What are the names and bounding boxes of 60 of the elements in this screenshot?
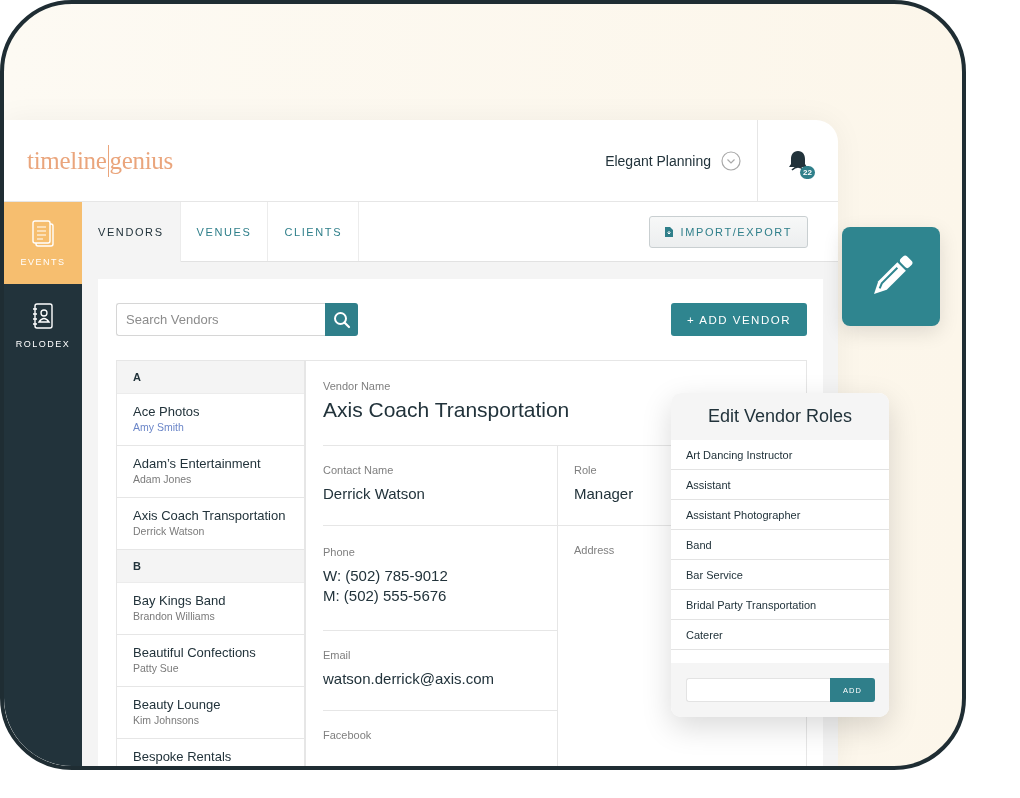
role-item[interactable]: Bar Service [671,560,889,590]
address-book-icon [31,301,55,330]
vendor-list-item[interactable]: Beautiful Confections Patty Sue [117,635,304,687]
vendor-name: Axis Coach Transportation [133,508,287,523]
field-label: Vendor Name [323,380,391,392]
import-export-button[interactable]: IMPORT/EXPORT [648,215,808,248]
field-value: W: (502) 785-9012 [323,567,448,584]
notifications-button[interactable] [788,149,808,172]
role-item[interactable]: Bridal Party Transportation [671,590,889,620]
contact-name: Kim Johnsons [133,714,200,726]
field-label: Phone [323,546,355,558]
field-value: Derrick Watson [323,485,425,502]
vendor-list-item[interactable]: Adam’s Entertainment Adam Jones [117,446,304,498]
popup-title: Edit Vendor Roles [671,393,889,440]
account-menu[interactable]: Elegant Planning [605,150,741,171]
search-field[interactable]: Search Vendors [116,303,325,336]
field-value: M: (502) 555-5676 [323,587,447,604]
vendor-name: Beauty Lounge [133,697,222,712]
vendor-list-item[interactable]: Bay Kings Band Brandon Williams [117,583,304,635]
role-item[interactable]: Assistant Photographer [671,500,889,530]
logo: timelinegenius [27,144,173,177]
role-item[interactable]: Band [671,530,889,560]
notification-count: 22 [800,166,815,179]
contact-name: Derrick Watson [133,525,206,537]
field-label: Contact Name [323,464,394,476]
contact-name: Amy Smith [133,421,185,433]
vendor-name: Bespoke Rentals [133,749,233,764]
section-header: B [117,550,304,583]
role-input[interactable] [686,678,830,702]
vendor-list-item[interactable]: Ace Photos Amy Smith [117,394,304,446]
chevron-down-icon [721,150,741,171]
field-label: Email [323,649,351,661]
vendor-name: Beautiful Confections [133,645,257,660]
vendor-name: Adam’s Entertainment [133,456,262,471]
section-header: A [117,361,304,394]
field-label: Role [574,464,597,476]
search-button[interactable] [325,303,358,336]
edit-button[interactable] [842,227,940,326]
vendor-list-item[interactable]: Bespoke Rentals [117,739,304,766]
search-icon [332,310,351,329]
vendor-title: Axis Coach Transportation [323,398,570,422]
field-value: watson.derrick@axis.com [323,670,495,687]
contact-name: Brandon Williams [133,610,216,622]
role-item[interactable]: Art Dancing Instructor [671,440,889,470]
field-label: Facebook [323,729,372,741]
bell-icon [788,149,808,172]
sidebar-item[interactable]: ROLODEX [4,284,82,366]
field-label: Address [574,544,615,556]
document-icon [31,219,55,248]
contact-name: Adam Jones [133,473,193,485]
file-icon [664,226,673,237]
vendor-name: Ace Photos [133,404,201,419]
contact-name: Patty Sue [133,662,180,674]
add-vendor-button[interactable]: + ADD VENDOR [671,303,807,336]
vendor-list-item[interactable]: Beauty Lounge Kim Johnsons [117,687,304,739]
role-item[interactable]: Caterer [671,620,889,650]
role-item[interactable]: Assistant [671,470,889,500]
tab[interactable]: VENDORS [82,202,181,262]
field-value: Manager [574,485,634,502]
vendor-name: Bay Kings Band [133,593,227,608]
